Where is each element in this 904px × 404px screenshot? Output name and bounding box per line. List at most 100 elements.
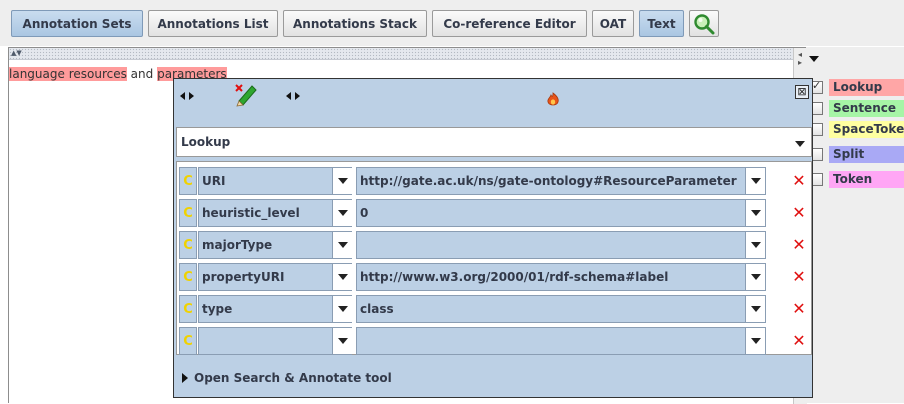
annotation-editor-window: ⊠ Lookup C URI http://gate.ac.uk/ns/gate… [173, 78, 813, 398]
feature-name-combo[interactable] [198, 327, 352, 355]
feature-value-dropdown[interactable] [745, 232, 765, 258]
legend-item-sentence[interactable]: Sentence [810, 98, 904, 118]
feature-value: class [360, 302, 394, 316]
feature-name-combo[interactable]: majorType [198, 231, 352, 259]
fire-icon[interactable] [545, 92, 561, 111]
feature-row: C majorType ✕ [179, 231, 811, 259]
co-reference-editor-button[interactable]: Co-reference Editor [432, 10, 587, 37]
legend-label: Lookup [829, 78, 904, 96]
feature-type-icon: C [179, 295, 197, 323]
legend-label: Split [829, 145, 904, 163]
feature-row: C type class ✕ [179, 295, 811, 323]
legend-label: Token [829, 170, 904, 188]
pencil-delete-icon[interactable] [230, 81, 258, 110]
chevron-down-icon[interactable] [795, 141, 805, 147]
annotation-sets-button[interactable]: Annotation Sets [11, 10, 143, 37]
chevron-down-icon [338, 338, 348, 344]
chevron-down-icon [338, 306, 348, 312]
feature-value-combo[interactable]: http://gate.ac.uk/ns/gate-ontology#Resou… [356, 167, 766, 195]
magnifier-icon [693, 13, 715, 35]
feature-name: URI [202, 174, 226, 188]
move-end-right-icon[interactable] [295, 92, 300, 100]
legend-item-spacetoken[interactable]: SpaceToken [810, 119, 904, 139]
chevron-down-icon [751, 210, 761, 216]
features-table: C URI http://gate.ac.uk/ns/gate-ontology… [176, 161, 812, 355]
feature-value-dropdown[interactable] [745, 200, 765, 226]
feature-value-dropdown[interactable] [745, 328, 765, 354]
feature-type-icon: C [179, 263, 197, 291]
feature-name-dropdown[interactable] [332, 264, 352, 290]
annotations-list-button[interactable]: Annotations List [148, 10, 278, 37]
move-end-left-icon[interactable] [286, 92, 291, 100]
feature-type-icon: C [179, 167, 197, 195]
feature-value-dropdown[interactable] [745, 264, 765, 290]
new-feature-row: C ✕ [179, 327, 811, 355]
feature-value-combo[interactable] [356, 327, 766, 355]
feature-value: http://www.w3.org/2000/01/rdf-schema#lab… [360, 270, 669, 284]
feature-value-combo[interactable]: 0 [356, 199, 766, 227]
feature-value-combo[interactable]: http://www.w3.org/2000/01/rdf-schema#lab… [356, 263, 766, 291]
annotation-types-legend: Lookup Sentence SpaceToken Split Token [806, 47, 904, 403]
feature-name-dropdown[interactable] [332, 200, 352, 226]
feature-name: majorType [202, 238, 273, 252]
chevron-down-icon [751, 274, 761, 280]
chevron-down-icon [751, 242, 761, 248]
legend-label: Sentence [829, 99, 904, 117]
oat-button[interactable]: OAT [592, 10, 634, 37]
view-toolbar: Annotation Sets Annotations List Annotat… [0, 0, 904, 46]
annotation-type-value: Lookup [181, 135, 231, 149]
search-button[interactable] [689, 10, 719, 37]
delete-feature-icon[interactable]: ✕ [791, 269, 807, 285]
chevron-down-icon [751, 178, 761, 184]
chevron-down-icon [338, 178, 348, 184]
move-start-right-icon[interactable] [189, 92, 194, 100]
open-search-annotate-toggle[interactable]: Open Search & Annotate tool [182, 369, 392, 387]
annotated-word[interactable]: language [9, 67, 65, 81]
feature-name-combo[interactable]: URI [198, 167, 352, 195]
feature-name-dropdown[interactable] [332, 168, 352, 194]
annotation-end-nav[interactable] [286, 89, 300, 103]
text-button[interactable]: Text [639, 10, 684, 37]
annotated-word[interactable]: resources [68, 67, 127, 81]
feature-row: C heuristic_level 0 ✕ [179, 199, 811, 227]
annotations-stack-button[interactable]: Annotations Stack [283, 10, 427, 37]
document-ruler-strip: ▲▼ [9, 48, 793, 60]
feature-name-dropdown[interactable] [332, 296, 352, 322]
feature-name-combo[interactable]: propertyURI [198, 263, 352, 291]
scroll-grip-icon: ◂ ▸ [798, 50, 803, 67]
expand-triangle-icon [182, 373, 188, 383]
feature-value-dropdown[interactable] [745, 296, 765, 322]
feature-name-combo[interactable]: heuristic_level [198, 199, 352, 227]
chevron-down-icon [751, 306, 761, 312]
feature-type-icon: C [179, 231, 197, 259]
feature-value-combo[interactable]: class [356, 295, 766, 323]
feature-value: 0 [360, 206, 369, 220]
feature-name: type [202, 302, 233, 316]
move-start-left-icon[interactable] [180, 92, 185, 100]
delete-feature-icon[interactable]: ✕ [791, 301, 807, 317]
annotation-type-combo[interactable]: Lookup [176, 127, 812, 157]
feature-row: C propertyURI http://www.w3.org/2000/01/… [179, 263, 811, 291]
feature-name-dropdown[interactable] [332, 328, 352, 354]
feature-name: heuristic_level [202, 206, 300, 220]
legend-item-split[interactable]: Split [810, 144, 904, 164]
feature-name-dropdown[interactable] [332, 232, 352, 258]
feature-row: C URI http://gate.ac.uk/ns/gate-ontology… [179, 167, 811, 195]
feature-value-combo[interactable] [356, 231, 766, 259]
feature-type-icon: C [179, 327, 197, 355]
legend-item-lookup[interactable]: Lookup [810, 77, 904, 97]
chevron-down-icon [751, 338, 761, 344]
legend-collapse-icon[interactable] [809, 56, 819, 62]
legend-item-token[interactable]: Token [810, 169, 904, 189]
delete-feature-icon[interactable]: ✕ [791, 237, 807, 253]
delete-feature-icon[interactable]: ✕ [791, 173, 807, 189]
feature-name-combo[interactable]: type [198, 295, 352, 323]
delete-feature-icon[interactable]: ✕ [791, 333, 807, 349]
collapse-arrows-icon[interactable]: ▲▼ [11, 48, 22, 58]
chevron-down-icon [338, 210, 348, 216]
close-editor-button[interactable]: ⊠ [795, 85, 809, 99]
delete-feature-icon[interactable]: ✕ [791, 205, 807, 221]
feature-value-dropdown[interactable] [745, 168, 765, 194]
annotation-start-nav[interactable] [180, 89, 194, 103]
chevron-down-icon [338, 242, 348, 248]
